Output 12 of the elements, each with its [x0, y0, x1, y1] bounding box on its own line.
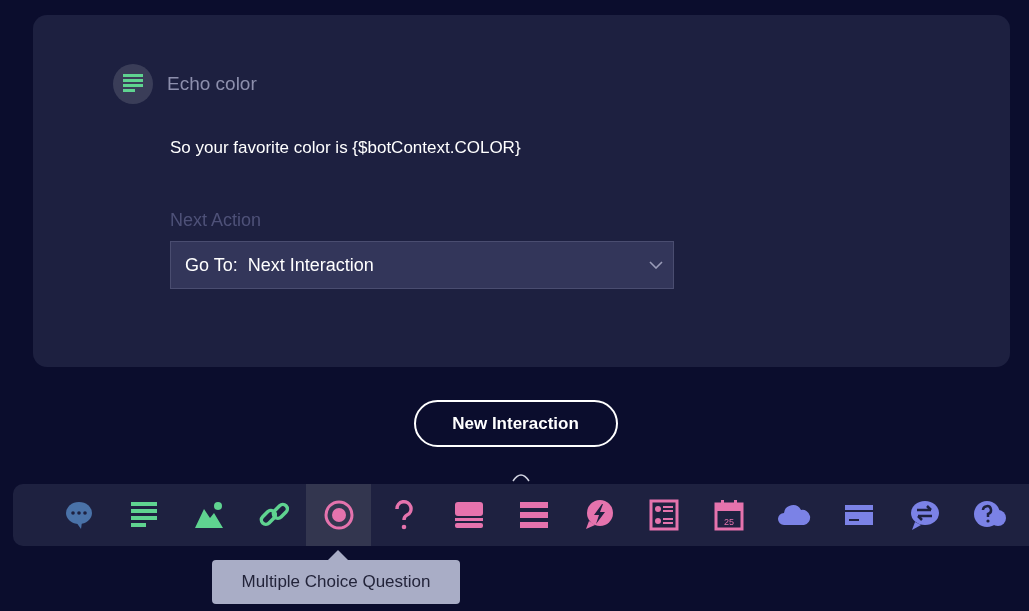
next-action-dropdown[interactable]: Go To: Next Interaction [170, 241, 674, 289]
chevron-up-icon[interactable] [511, 473, 530, 482]
tooltip: Multiple Choice Question [212, 560, 460, 604]
message-text: So your favorite color is {$botContext.COLOR} [170, 138, 522, 158]
chevron-down-icon [649, 261, 663, 269]
new-interaction-button[interactable]: New Interaction [413, 400, 618, 447]
tooltip-pointer [328, 550, 348, 560]
radio-tool-button[interactable] [306, 484, 371, 546]
text-lines-icon [113, 64, 153, 104]
interaction-title: Echo color [167, 73, 257, 95]
calendar-tool-button[interactable]: 25 [696, 484, 761, 546]
next-action-label: Next Action [170, 210, 263, 231]
